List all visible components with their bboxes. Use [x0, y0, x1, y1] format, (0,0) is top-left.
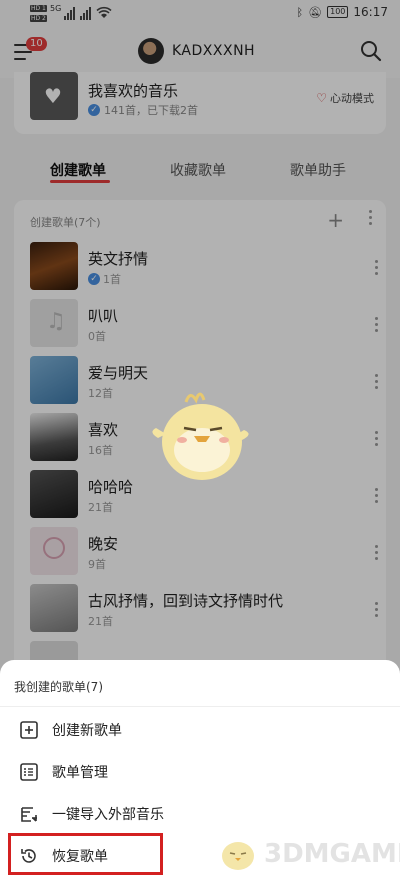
import-music-label: 一键导入外部音乐 [52, 807, 164, 823]
manage-playlist-label: 歌单管理 [52, 765, 108, 781]
create-playlist-button[interactable]: 创建新歌单 [0, 710, 400, 750]
import-music-button[interactable]: 一键导入外部音乐 [0, 794, 400, 834]
highlight-box [8, 833, 163, 875]
manage-playlist-button[interactable]: 歌单管理 [0, 752, 400, 792]
list-icon [20, 763, 38, 781]
import-icon [21, 807, 37, 822]
watermark-logo-icon [222, 842, 254, 870]
sheet-title: 我创建的歌单(7) [14, 680, 103, 694]
watermark: 3DMGAME [218, 836, 400, 872]
create-playlist-label: 创建新歌单 [52, 723, 122, 739]
mascot-chick-icon [152, 392, 249, 480]
watermark-text: 3DMGAME [264, 839, 400, 869]
sheet-divider [0, 706, 400, 707]
plus-square-icon [20, 721, 38, 739]
